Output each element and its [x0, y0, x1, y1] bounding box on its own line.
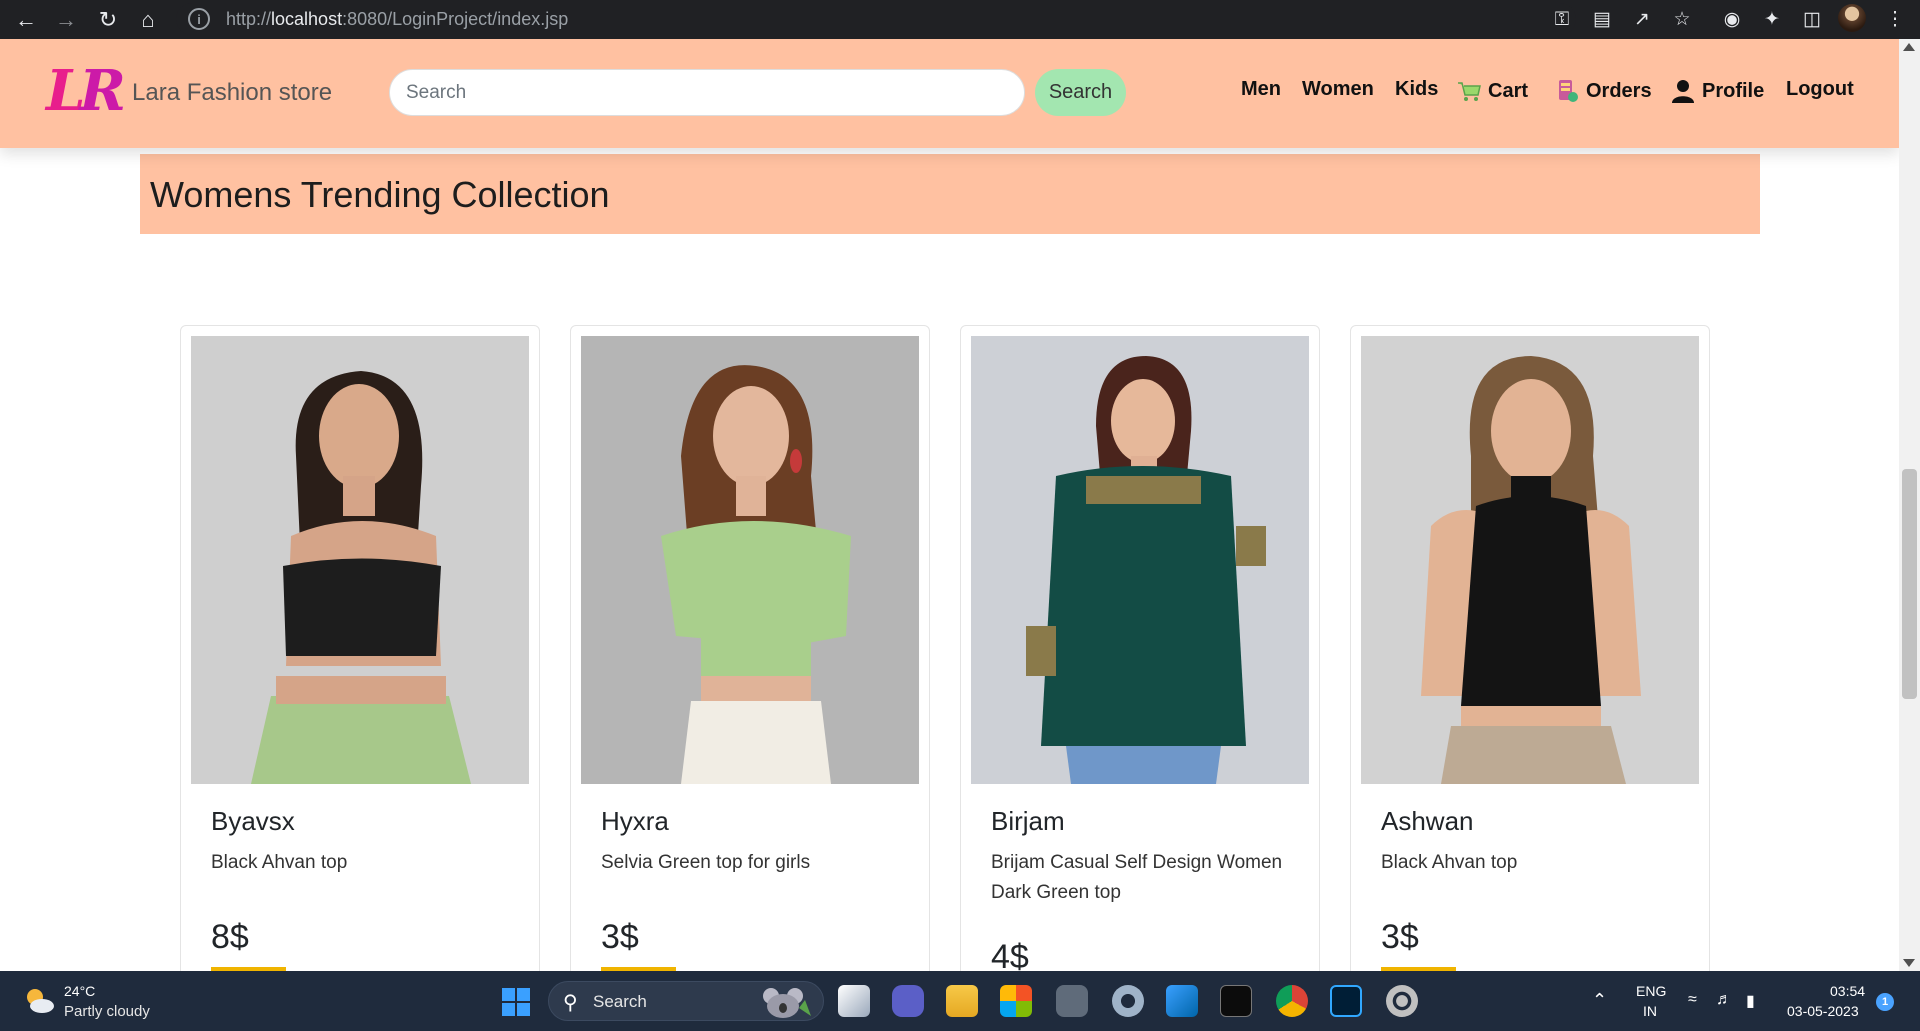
wifi-icon[interactable]: ≈ [1688, 991, 1697, 1009]
camera-app-icon[interactable] [1056, 985, 1088, 1017]
app-gear-icon[interactable] [1386, 985, 1418, 1017]
product-image[interactable] [971, 336, 1309, 784]
user-icon [1672, 80, 1694, 103]
task-view-icon[interactable] [838, 985, 870, 1017]
volume-icon[interactable]: ♬ [1716, 991, 1732, 1009]
cart-label: Cart [1488, 79, 1529, 102]
chrome-browser-icon[interactable] [1276, 985, 1308, 1017]
battery-icon[interactable]: ▮ [1746, 991, 1755, 1011]
product-image[interactable] [581, 336, 919, 784]
product-name: Birjam [991, 806, 1065, 836]
nav-kids-link[interactable]: Kids [1395, 78, 1438, 101]
page-scrollbar[interactable] [1899, 39, 1920, 971]
partly-cloudy-icon[interactable] [22, 985, 56, 1015]
teams-chat-icon[interactable] [892, 985, 924, 1017]
scroll-down-arrow-icon[interactable] [1903, 959, 1915, 967]
koala-highlight-icon [763, 988, 811, 1018]
product-description: Black Ahvan top [1381, 852, 1518, 873]
weather-temperature[interactable]: 24°C [64, 983, 95, 999]
store-logo[interactable]: LR [46, 61, 126, 121]
orders-icon [1559, 80, 1578, 102]
nav-logout-link[interactable]: Logout [1786, 78, 1854, 101]
weather-description[interactable]: Partly cloudy [64, 1003, 150, 1020]
section-banner: Womens Trending Collection [140, 154, 1760, 234]
show-hidden-icons-icon[interactable]: ⌃ [1592, 990, 1607, 1011]
search-button[interactable]: Search [1035, 69, 1126, 116]
clock-date[interactable]: 03-05-2023 [1787, 1003, 1859, 1019]
search-icon: ⚲ [563, 992, 578, 1014]
forward-arrow-icon[interactable]: → [46, 0, 86, 39]
site-info-icon[interactable]: i [188, 8, 210, 30]
product-description: Selvia Green top for girls [601, 852, 811, 873]
clock-time[interactable]: 03:54 [1830, 983, 1865, 999]
product-image[interactable] [191, 336, 529, 784]
windows-start-icon[interactable] [502, 988, 530, 1016]
product-card[interactable]: Ashwan Black Ahvan top 3$ [1350, 325, 1710, 971]
nav-cart-link[interactable]: Cart [1456, 78, 1528, 104]
product-description: Black Ahvan top [211, 852, 348, 873]
back-arrow-icon[interactable]: ← [6, 0, 46, 39]
file-explorer-icon[interactable] [946, 985, 978, 1017]
address-bar[interactable]: i http://localhost:8080/LoginProject/ind… [176, 3, 1576, 35]
page-viewport: LR Lara Fashion store Search Men Women K… [0, 39, 1899, 971]
product-card[interactable]: Byavsx Black Ahvan top 8$ [180, 325, 540, 971]
microsoft-store-icon[interactable] [1000, 985, 1032, 1017]
menu-dots-icon[interactable]: ⋮ [1878, 0, 1912, 39]
extension-status-icon[interactable]: ◉ [1715, 0, 1749, 39]
site-navbar: LR Lara Fashion store Search Men Women K… [0, 39, 1899, 148]
bookmark-star-icon[interactable]: ☆ [1665, 0, 1699, 39]
taskbar-search-label: Search [593, 992, 647, 1011]
product-description: Brijam Casual Self Design Women Dark Gre… [991, 852, 1283, 903]
notification-badge[interactable]: 1 [1876, 993, 1894, 1011]
product-card[interactable]: Birjam Brijam Casual Self Design Women D… [960, 325, 1320, 971]
product-price: 8$ [211, 918, 249, 956]
profile-avatar[interactable] [1838, 4, 1866, 32]
share-icon[interactable]: ↗ [1625, 0, 1659, 39]
store-name[interactable]: Lara Fashion store [132, 79, 332, 107]
settings-gear-icon[interactable] [1112, 985, 1144, 1017]
photoshop-icon[interactable] [1330, 985, 1362, 1017]
product-name: Byavsx [211, 806, 295, 836]
language-indicator[interactable]: ENG [1636, 983, 1666, 999]
url-text: http://localhost:8080/LoginProject/index… [226, 8, 569, 29]
search-input[interactable] [389, 69, 1025, 116]
product-name: Ashwan [1381, 806, 1474, 836]
section-title: Womens Trending Collection [150, 174, 610, 215]
profile-label: Profile [1702, 79, 1765, 102]
nav-women-link[interactable]: Women [1302, 78, 1374, 101]
browser-toolbar: ← → ↻ ⌂ i http://localhost:8080/LoginPro… [0, 0, 1920, 39]
language-region[interactable]: IN [1643, 1003, 1657, 1019]
nav-profile-link[interactable]: Profile [1670, 78, 1764, 104]
side-panel-icon[interactable]: ◫ [1795, 0, 1829, 39]
nav-orders-link[interactable]: Orders [1554, 78, 1652, 104]
product-image[interactable] [1361, 336, 1699, 784]
nav-men-link[interactable]: Men [1241, 78, 1281, 101]
reload-icon[interactable]: ↻ [88, 0, 128, 39]
product-name: Hyxra [601, 806, 669, 836]
extensions-puzzle-icon[interactable]: ✦ [1755, 0, 1789, 39]
home-icon[interactable]: ⌂ [128, 0, 168, 39]
cart-icon [1458, 82, 1481, 101]
product-price: 3$ [1381, 918, 1419, 956]
windows-taskbar: 24°C Partly cloudy ⚲ Search ⌃ ENG IN ≈ ♬… [0, 971, 1920, 1031]
translate-icon[interactable]: ▤ [1585, 0, 1619, 39]
product-price: 4$ [991, 938, 1029, 971]
product-price: 3$ [601, 918, 639, 956]
orders-label: Orders [1586, 79, 1652, 102]
scroll-thumb[interactable] [1902, 469, 1917, 699]
key-icon[interactable]: ⚿ [1545, 0, 1579, 39]
taskbar-search-box[interactable]: ⚲ Search [548, 981, 824, 1021]
terminal-icon[interactable] [1220, 985, 1252, 1017]
vscode-icon[interactable] [1166, 985, 1198, 1017]
product-card[interactable]: Hyxra Selvia Green top for girls 3$ [570, 325, 930, 971]
scroll-up-arrow-icon[interactable] [1903, 43, 1915, 51]
